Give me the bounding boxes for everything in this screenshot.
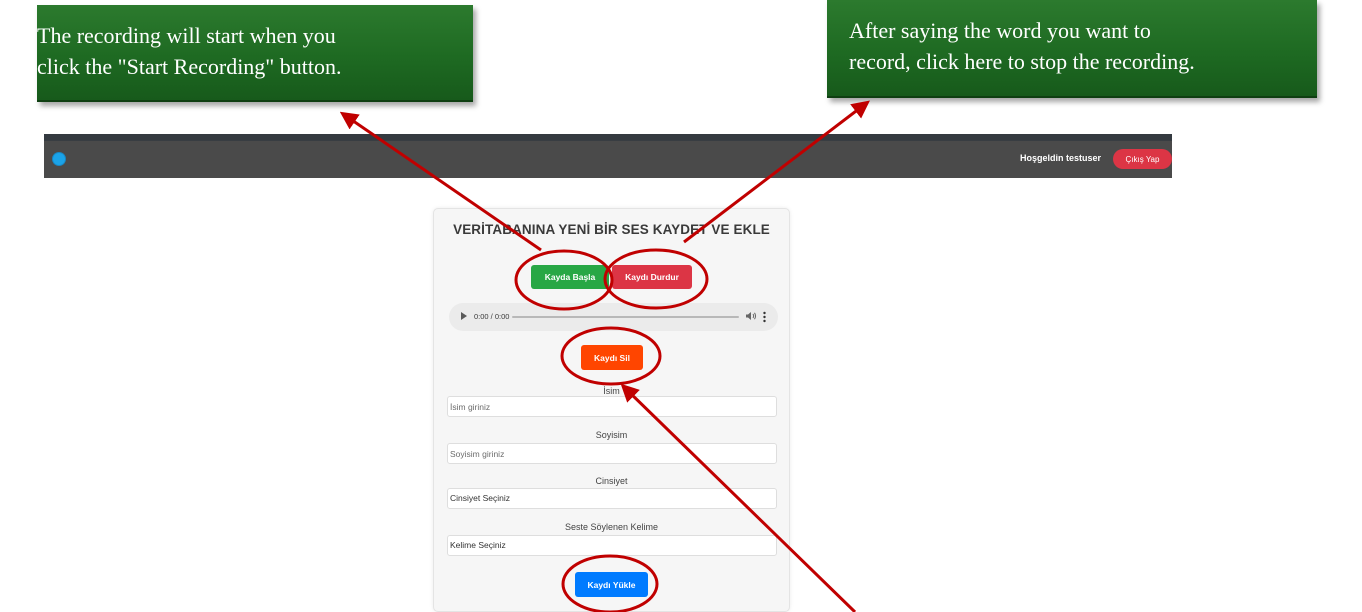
audio-progress-bar[interactable] <box>512 316 739 318</box>
volume-icon[interactable] <box>745 310 757 322</box>
start-recording-button[interactable]: Kayda Başla <box>531 265 609 289</box>
word-label: Seste Söylenen Kelime <box>564 522 659 532</box>
callout-right-line2: record, click here to stop the recording… <box>849 49 1195 74</box>
stop-recording-callout: After saying the word you want to record… <box>827 0 1317 98</box>
gender-select[interactable]: Cinsiyet Seçiniz <box>447 488 777 509</box>
surname-field[interactable] <box>447 443 777 464</box>
gender-label: Cinsiyet <box>595 476 628 486</box>
welcome-text: Hoşgeldin testuser <box>1019 153 1101 163</box>
audio-player: 0:00 / 0:00 <box>449 303 778 331</box>
page-title: VERİTABANINA YENİ BİR SES KAYDET VE EKLE <box>453 222 770 237</box>
surname-label: Soyisim <box>595 430 628 440</box>
name-label: İsim <box>603 386 620 396</box>
recording-form-card: VERİTABANINA YENİ BİR SES KAYDET VE EKLE… <box>433 208 790 612</box>
audio-time: 0:00 / 0:00 <box>474 312 510 321</box>
callout-right-line1: After saying the word you want to <box>849 18 1151 43</box>
callout-left-line1: The recording will start when you <box>37 23 336 48</box>
stop-recording-button[interactable]: Kaydı Durdur <box>612 265 692 289</box>
name-field[interactable] <box>447 396 777 417</box>
start-recording-callout: The recording will start when you click … <box>37 5 473 102</box>
logout-button[interactable]: Çıkış Yap <box>1113 149 1172 169</box>
word-select[interactable]: Kelime Seçiniz <box>447 535 777 556</box>
more-options-icon[interactable] <box>763 311 766 323</box>
upload-recording-button[interactable]: Kaydı Yükle <box>575 572 648 597</box>
navbar: Hoşgeldin testuser Çıkış Yap <box>44 134 1172 178</box>
delete-recording-button[interactable]: Kaydı Sil <box>581 345 643 370</box>
play-icon[interactable] <box>461 312 467 320</box>
logo-icon[interactable] <box>53 153 65 165</box>
callout-left-line2: click the "Start Recording" button. <box>37 54 342 79</box>
